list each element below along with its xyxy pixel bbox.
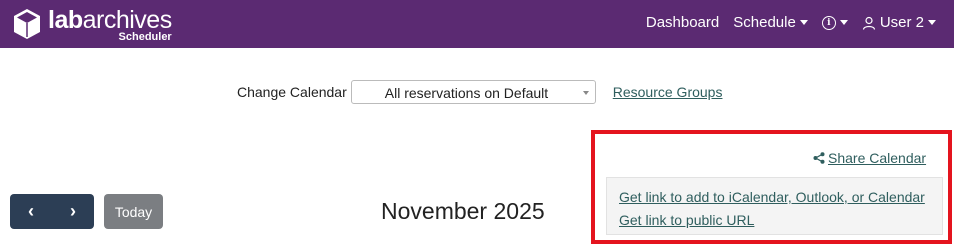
today-button[interactable]: Today	[104, 194, 163, 229]
chevron-right-icon: ›	[70, 201, 76, 221]
labarchives-logo[interactable]: labarchives Scheduler	[12, 8, 172, 43]
user-icon	[862, 16, 875, 30]
calendar-select-value: All reservations on Default	[384, 85, 549, 101]
prev-button[interactable]: ‹	[10, 194, 52, 229]
change-calendar-label: Change Calendar	[237, 84, 347, 100]
share-links-panel: Get link to add to iCalendar, Outlook, o…	[606, 177, 943, 235]
share-calendar-link[interactable]: Share Calendar	[813, 150, 926, 166]
nav-user[interactable]: User 2	[862, 14, 936, 31]
share-icon	[813, 152, 825, 164]
chevron-left-icon: ‹	[28, 201, 34, 221]
cube-logo-icon	[14, 9, 40, 39]
nav-info[interactable]: i	[821, 15, 848, 30]
chevron-down-icon	[928, 20, 936, 25]
nav-dashboard[interactable]: Dashboard	[646, 14, 719, 31]
icalendar-link[interactable]: Get link to add to iCalendar, Outlook, o…	[619, 189, 925, 205]
calendar-selector-row: Change Calendar All reservations on Defa…	[237, 80, 722, 104]
chevron-down-icon	[582, 91, 589, 95]
calendar-select[interactable]: All reservations on Default	[350, 80, 596, 104]
nav-schedule[interactable]: Schedule	[733, 14, 808, 31]
public-url-link[interactable]: Get link to public URL	[619, 212, 754, 228]
resource-groups-link[interactable]: Resource Groups	[613, 84, 723, 100]
top-navbar: labarchives Scheduler Dashboard Schedule…	[0, 0, 954, 48]
month-title: November 2025	[381, 198, 545, 224]
main-nav: Dashboard Schedule i User 2	[632, 14, 936, 31]
chevron-down-icon	[839, 20, 848, 25]
logo-wordmark: labarchives	[48, 6, 172, 34]
date-nav-group: ‹ ›	[10, 194, 94, 229]
next-button[interactable]: ›	[52, 194, 94, 229]
chevron-down-icon	[799, 20, 808, 25]
info-icon: i	[821, 15, 836, 30]
